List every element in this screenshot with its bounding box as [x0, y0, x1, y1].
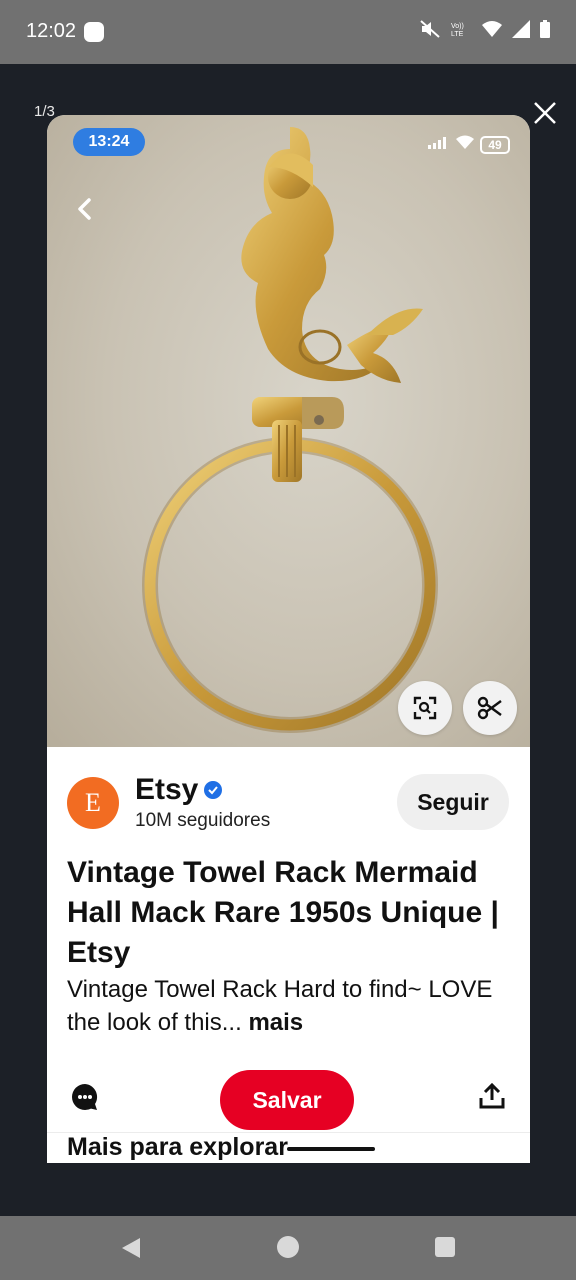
scribble-mark — [287, 1147, 375, 1151]
comment-icon — [72, 1084, 98, 1111]
product-photo[interactable]: 13:24 49 — [47, 115, 530, 747]
mute-icon — [420, 20, 440, 43]
avatar[interactable]: E — [67, 777, 119, 829]
screenshot-status-time: 13:24 — [73, 128, 145, 156]
share-button[interactable] — [477, 1081, 507, 1111]
save-button[interactable]: Salvar — [220, 1070, 354, 1130]
visual-search-button[interactable] — [398, 681, 452, 735]
lens-search-icon — [413, 696, 437, 720]
comment-button[interactable] — [69, 1081, 101, 1113]
share-icon — [479, 1082, 505, 1109]
explore-heading: Mais para explorar — [67, 1133, 288, 1161]
action-bar: Salvar — [47, 1057, 530, 1137]
cutout-button[interactable] — [463, 681, 517, 735]
nav-back-button[interactable] — [120, 1236, 142, 1265]
screenshot-status-icons: 49 — [428, 135, 510, 154]
screenshot-card: 13:24 49 E Etsy 10M seguidores Seguir Vi… — [47, 115, 530, 1163]
follow-button[interactable]: Seguir — [397, 774, 509, 830]
back-button[interactable] — [71, 195, 99, 223]
battery-icon: 49 — [480, 135, 510, 154]
verified-icon — [204, 781, 223, 799]
signal-icon — [512, 20, 530, 43]
navigation-bar — [0, 1216, 576, 1280]
battery-level: 49 — [488, 137, 502, 152]
close-button[interactable] — [530, 98, 560, 128]
brand-label: Etsy — [135, 773, 199, 806]
chevron-left-icon — [78, 198, 91, 220]
pin-title: Vintage Towel Rack Mermaid Hall Mack Rar… — [67, 856, 499, 969]
svg-text:LTE: LTE — [451, 31, 464, 38]
more-link[interactable]: mais — [248, 1009, 303, 1036]
scissors-icon — [477, 696, 502, 720]
pin-description: Vintage Towel Rack Hard to find~ LOVE th… — [67, 973, 517, 1039]
notification-app-icon — [84, 22, 104, 42]
status-time: 12:02 — [26, 20, 77, 42]
signal-icon — [428, 136, 450, 154]
follower-count: 10M seguidores — [135, 810, 271, 831]
mermaid-towel-ring-image — [142, 127, 438, 733]
profile-name[interactable]: Etsy — [135, 773, 223, 807]
svg-text:Vo)): Vo)) — [451, 23, 464, 30]
status-icons: Vo)) LTE — [420, 20, 550, 43]
status-bar: 12:02 Vo)) LTE — [0, 0, 576, 64]
recents-icon[interactable] — [435, 1237, 455, 1257]
wifi-icon — [456, 135, 474, 154]
wifi-icon — [482, 21, 502, 42]
back-icon — [122, 1238, 140, 1258]
volte-icon: Vo)) LTE — [450, 20, 472, 43]
home-icon[interactable] — [277, 1236, 299, 1258]
battery-icon — [540, 20, 550, 43]
close-icon — [534, 102, 556, 124]
